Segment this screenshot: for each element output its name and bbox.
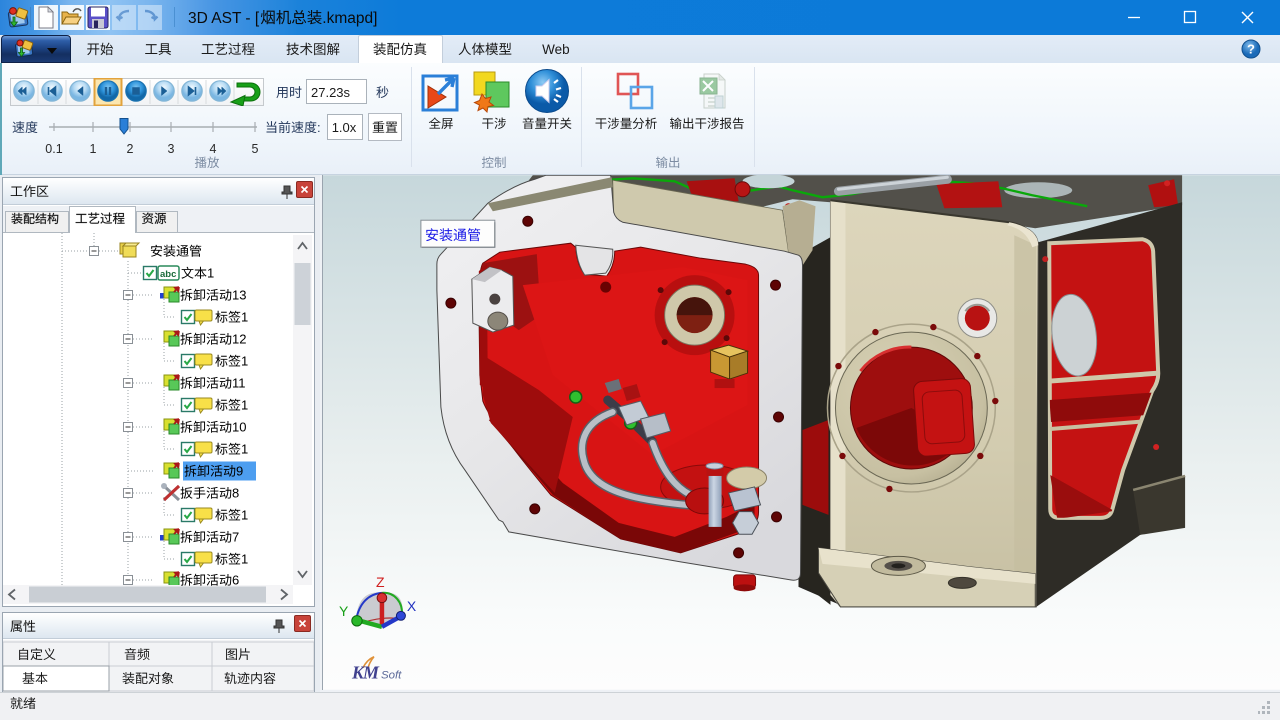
svg-text:KM: KM	[351, 663, 380, 683]
svg-text:Y: Y	[339, 603, 349, 619]
svg-text:X: X	[407, 598, 417, 614]
svg-text:Z: Z	[376, 574, 385, 590]
svg-text:Soft: Soft	[381, 670, 402, 682]
svg-text:?: ?	[1247, 42, 1255, 57]
svg-text:abc: abc	[160, 269, 176, 280]
